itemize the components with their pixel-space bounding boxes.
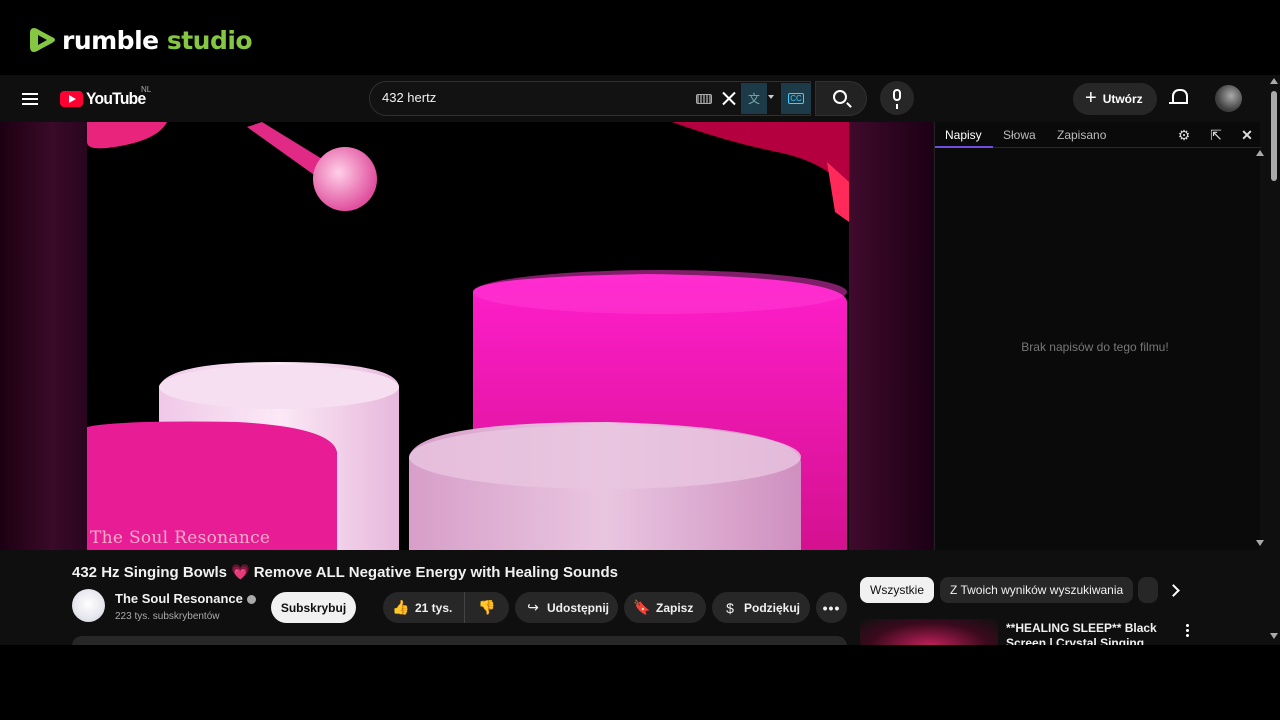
related-menu-icon[interactable]	[1180, 621, 1194, 639]
youtube-logo[interactable]: YouTube	[60, 87, 151, 111]
save-label: Zapisz	[656, 600, 694, 615]
search-box: 文 CC	[369, 81, 811, 116]
bookmark-icon: 🔖	[633, 599, 651, 615]
channel-avatar[interactable]	[72, 589, 105, 622]
tab-napisy[interactable]: Napisy	[945, 128, 982, 142]
description-box[interactable]	[72, 636, 847, 645]
search-button[interactable]	[815, 81, 867, 116]
share-icon: ↪	[527, 599, 539, 615]
like-button[interactable]: 👍 21 tys.	[383, 592, 464, 623]
rumble-studio-logo: rumble studio	[28, 22, 253, 58]
extension-dropdown-icon[interactable]	[768, 95, 774, 99]
page-scroll-thumb[interactable]	[1271, 91, 1277, 181]
channel-name-text: The Soul Resonance	[115, 591, 243, 606]
like-count: 21 tys.	[415, 600, 453, 615]
chevron-right-icon[interactable]	[1164, 580, 1184, 600]
gear-icon[interactable]: ⚙	[1176, 127, 1192, 143]
clear-search-icon[interactable]	[720, 89, 738, 107]
create-label: Utwórz	[1102, 92, 1143, 106]
active-tab-indicator	[935, 146, 993, 148]
video-frame	[87, 122, 849, 550]
page-scroll-up-icon[interactable]	[1270, 78, 1278, 84]
close-icon[interactable]: ✕	[1239, 127, 1255, 143]
more-actions-button[interactable]: •••	[816, 592, 847, 623]
create-button[interactable]: + Utwórz	[1073, 83, 1157, 115]
video-title-part2: Remove ALL Negative Energy with Healing …	[253, 564, 618, 581]
heart-emoji-icon: 💗	[231, 564, 250, 581]
thumbs-down-icon: 👎	[478, 599, 496, 615]
thanks-button[interactable]: $ Podziękuj	[712, 592, 810, 623]
search-input[interactable]	[382, 90, 682, 105]
rumble-wordmark: rumble studio	[62, 25, 253, 55]
studio-word: studio	[166, 25, 253, 55]
verified-icon	[246, 595, 256, 605]
thanks-label: Podziękuj	[744, 600, 801, 615]
video-watermark: The Soul Resonance	[90, 528, 271, 548]
panel-scroll-up-icon[interactable]	[1256, 150, 1264, 156]
search-icon	[833, 90, 847, 104]
chip-next-partial[interactable]	[1138, 577, 1158, 603]
video-image	[87, 122, 849, 550]
subtitles-panel: Napisy Słowa Zapisano ⚙ ⇱ ✕ Brak napisów…	[934, 122, 1261, 550]
rumble-word: rumble	[62, 25, 159, 55]
panel-tabs: Napisy Słowa Zapisano ⚙ ⇱ ✕	[935, 122, 1261, 148]
tab-zapisano[interactable]: Zapisano	[1057, 128, 1106, 142]
thumbs-up-icon: 👍	[392, 599, 410, 615]
ambient-left	[0, 122, 87, 550]
screen: rumble studio YouTube NL 文 CC +	[0, 0, 1280, 720]
hamburger-menu-icon[interactable]	[14, 83, 46, 115]
share-button[interactable]: ↪ Udostępnij	[515, 592, 618, 623]
keyboard-icon[interactable]	[696, 94, 712, 104]
translate-extension-icon[interactable]: 文	[741, 83, 767, 114]
related-thumbnail[interactable]	[860, 619, 998, 645]
super-thanks-icon: $	[726, 599, 734, 616]
save-button[interactable]: 🔖 Zapisz	[624, 592, 706, 623]
no-subtitles-message: Brak napisów do tego filmu!	[1021, 340, 1169, 354]
subtitles-extension-icon[interactable]: CC	[781, 83, 811, 114]
video-title-part1: 432 Hz Singing Bowls	[72, 564, 228, 581]
chip-from-search[interactable]: Z Twoich wyników wyszukiwania	[940, 577, 1134, 603]
youtube-wordmark: YouTube	[86, 89, 146, 108]
related-title[interactable]: **HEALING SLEEP** Black Screen | Crystal…	[1006, 621, 1176, 645]
youtube-play-icon	[60, 91, 83, 107]
page-scrollbar[interactable]	[1268, 75, 1280, 645]
video-title: 432 Hz Singing Bowls 💗 Remove ALL Negative…	[72, 563, 618, 581]
tab-slowa[interactable]: Słowa	[1003, 128, 1036, 142]
country-code: NL	[141, 85, 152, 94]
popout-icon[interactable]: ⇱	[1208, 127, 1224, 143]
notifications-bell-icon[interactable]	[1169, 87, 1189, 109]
voice-search-button[interactable]	[880, 81, 914, 115]
page-scroll-down-icon[interactable]	[1270, 633, 1278, 639]
subscribe-button[interactable]: Subskrybuj	[271, 592, 356, 623]
rumble-play-icon	[30, 28, 55, 52]
chip-all[interactable]: Wszystkie	[860, 577, 934, 603]
more-icon: •••	[822, 599, 841, 616]
panel-scroll-down-icon[interactable]	[1256, 540, 1264, 546]
dislike-button[interactable]: 👎	[464, 592, 509, 623]
account-avatar[interactable]	[1215, 85, 1242, 112]
youtube-window: YouTube NL 文 CC + Utwórz	[0, 75, 1280, 645]
plus-icon: +	[1085, 87, 1097, 109]
channel-name[interactable]: The Soul Resonance	[115, 591, 256, 606]
ambient-right	[849, 122, 933, 550]
microphone-icon	[893, 89, 901, 109]
video-player[interactable]: The Soul Resonance	[0, 122, 933, 550]
share-label: Udostępnij	[547, 600, 609, 615]
subscriber-count: 223 tys. subskrybentów	[115, 611, 220, 622]
masthead: YouTube NL 文 CC + Utwórz	[0, 75, 1268, 122]
